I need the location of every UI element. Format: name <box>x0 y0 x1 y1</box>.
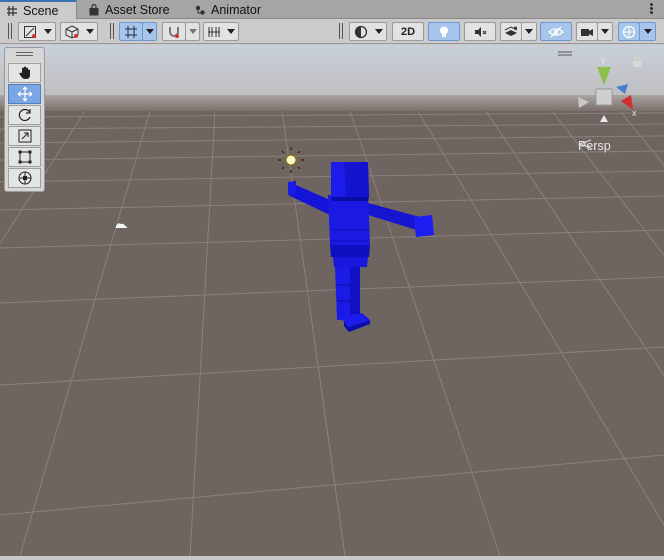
increment-snap-toggle[interactable] <box>162 22 186 41</box>
projection-toggle[interactable]: Persp <box>578 139 611 153</box>
tab-asset-store-label: Asset Store <box>105 2 170 17</box>
chevron-down-icon <box>227 29 235 34</box>
rotate-tool-button[interactable] <box>8 105 41 125</box>
tab-asset-store[interactable]: Asset Store <box>82 0 178 19</box>
grid-lines-icon <box>208 26 220 37</box>
scene-canvas[interactable]: y x <box>0 45 664 556</box>
toolbar-grip-right[interactable] <box>339 23 343 39</box>
scene-toolbar: 2D <box>0 19 664 44</box>
toggle-2d-label: 2D <box>400 25 416 38</box>
scale-tool-button[interactable] <box>8 126 41 146</box>
chevron-down-icon <box>643 29 652 34</box>
chevron-down-icon <box>374 29 383 34</box>
view-options-dropdown[interactable] <box>60 22 98 41</box>
rotate-icon <box>18 108 31 122</box>
move-tool-button[interactable] <box>8 84 41 104</box>
hand-icon <box>18 66 30 79</box>
shopping-bag-icon <box>89 3 99 15</box>
toolbar-grip-left[interactable] <box>8 23 12 39</box>
move-arrows-icon <box>17 86 32 102</box>
toggle-2d-button[interactable]: 2D <box>392 22 424 41</box>
grid-visibility-dropdown[interactable] <box>203 22 239 41</box>
audio-toggle[interactable] <box>464 22 496 41</box>
draw-mode-dropdown[interactable] <box>18 22 56 41</box>
gizmo-y-label: y <box>601 55 606 65</box>
camera-icon <box>581 28 593 36</box>
transform-combined-icon <box>18 171 31 185</box>
shaded-wireframe-icon <box>23 25 36 38</box>
lighting-toggle[interactable] <box>428 22 460 41</box>
light-bulb-icon <box>440 26 448 37</box>
chevron-down-icon <box>525 29 533 34</box>
sphere-shading-icon <box>354 25 367 38</box>
scene-viewport[interactable]: y x Persp <box>0 45 664 556</box>
rect-tool-button[interactable] <box>8 147 41 167</box>
chevron-down-icon <box>601 29 609 34</box>
snap-magnet-icon <box>169 26 179 38</box>
toolbar-grip-middle[interactable] <box>110 23 114 39</box>
chevron-down-icon <box>43 29 52 34</box>
hand-tool-button[interactable] <box>8 63 41 83</box>
tools-palette <box>4 47 45 192</box>
effects-dropdown[interactable] <box>521 22 537 41</box>
layers-effects-icon <box>504 25 518 36</box>
scale-icon <box>18 129 31 143</box>
gizmos-dropdown[interactable] <box>639 22 656 41</box>
tab-scene-label: Scene <box>23 3 59 18</box>
rect-transform-icon <box>18 150 31 164</box>
tab-scene[interactable]: Scene <box>0 0 77 19</box>
audio-muted-icon <box>475 26 487 37</box>
sky <box>0 45 664 100</box>
perspective-arrow-icon <box>578 139 592 149</box>
chevron-down-icon <box>188 29 197 34</box>
gizmo-globe-icon <box>622 25 636 38</box>
scene-visibility-toggle[interactable] <box>540 22 572 41</box>
effects-toggle[interactable] <box>500 22 522 41</box>
grid-icon <box>7 5 17 16</box>
camera-settings-button[interactable] <box>576 22 598 41</box>
cube-icon <box>65 24 78 39</box>
grid-snap-icon <box>125 25 137 38</box>
grid-snap-toggle[interactable] <box>119 22 143 41</box>
animator-icon <box>195 5 205 15</box>
tab-animator-label: Animator <box>211 2 262 17</box>
eye-hidden-icon <box>548 26 564 37</box>
chevron-down-icon <box>145 29 154 34</box>
shading-mode-dropdown[interactable] <box>349 22 387 41</box>
chevron-down-icon <box>85 29 94 34</box>
tab-bar: Scene Asset Store Animator <box>0 0 664 19</box>
increment-snap-dropdown[interactable] <box>185 22 200 41</box>
tab-animator[interactable]: Animator <box>188 0 269 19</box>
camera-settings-dropdown[interactable] <box>597 22 613 41</box>
transform-tool-button[interactable] <box>8 168 41 188</box>
bottom-border <box>0 556 664 560</box>
more-options-icon[interactable] <box>650 3 654 15</box>
gizmos-toggle[interactable] <box>618 22 640 41</box>
grid-snap-dropdown[interactable] <box>142 22 157 41</box>
gizmo-x-label: x <box>632 108 637 118</box>
palette-drag-handle[interactable] <box>16 52 33 56</box>
